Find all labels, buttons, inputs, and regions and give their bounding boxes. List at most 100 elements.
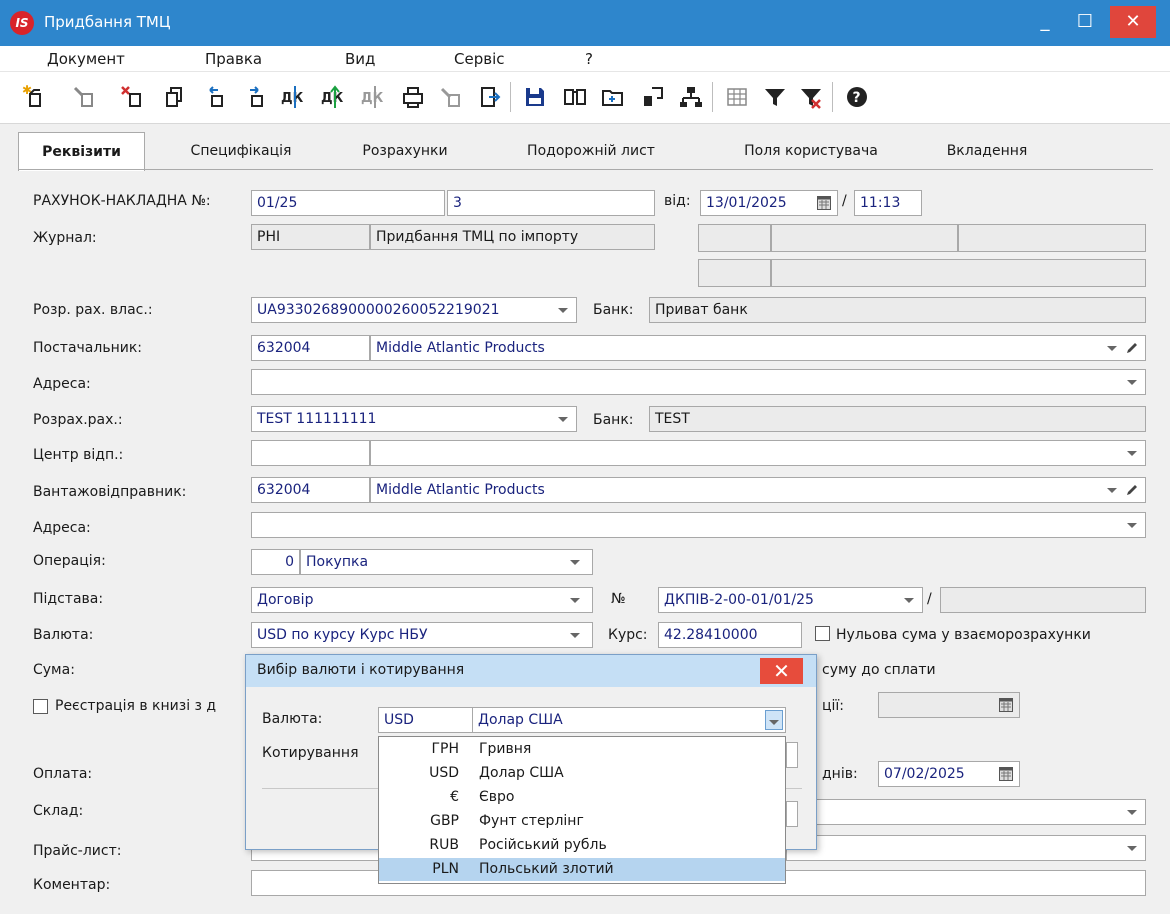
chevron-down-icon[interactable] (1107, 483, 1117, 497)
list-item-rub[interactable]: RUB Російський рубль (379, 834, 785, 857)
shipper-name-select[interactable]: Middle Atlantic Products (370, 477, 1146, 503)
warehouse-select[interactable] (790, 799, 1146, 825)
debit-credit-icon[interactable]: ДК (280, 82, 310, 112)
registration-checkbox[interactable] (33, 699, 48, 714)
center-name-select[interactable] (370, 440, 1146, 466)
grid-icon[interactable] (722, 82, 752, 112)
invoice-number-field[interactable]: 01/25 (251, 190, 445, 216)
address2-label: Адреса: (33, 520, 91, 536)
journal-extra-5 (771, 259, 1146, 287)
list-item-uah[interactable]: ГРН Гривня (379, 738, 785, 761)
basis-no-select[interactable]: ДКПІВ-2-00-01/01/25 (658, 587, 923, 613)
chevron-down-icon[interactable] (1127, 518, 1137, 532)
chevron-down-icon[interactable] (570, 593, 580, 607)
menu-help[interactable]: ? (585, 50, 593, 68)
list-item-usd[interactable]: USD Долар США (379, 762, 785, 785)
own-account-select[interactable]: UA933026890000026005221​9021 (251, 297, 577, 323)
rate-field[interactable]: 42.28410000 (658, 622, 802, 648)
open-folder-icon[interactable] (598, 82, 628, 112)
minimize-button[interactable]: _ (1025, 6, 1065, 38)
debit-credit-gray-icon[interactable]: ДК (360, 82, 390, 112)
delete-icon[interactable] (118, 82, 148, 112)
center-code-field[interactable] (251, 440, 370, 466)
book-icon[interactable] (560, 82, 590, 112)
tab-waybill[interactable]: Подорожній лист (496, 132, 686, 170)
zero-sum-checkbox[interactable] (815, 626, 830, 641)
address2-select[interactable] (251, 512, 1146, 538)
edit-icon[interactable] (70, 82, 100, 112)
tree-icon[interactable] (676, 82, 706, 112)
chevron-down-icon[interactable] (904, 593, 914, 607)
calendar-icon[interactable] (999, 698, 1013, 712)
dialog-extra-field[interactable] (786, 801, 798, 827)
tab-user-fields[interactable]: Поля користувача (706, 132, 916, 170)
chevron-down-icon[interactable] (570, 555, 580, 569)
print-icon[interactable] (398, 82, 428, 112)
basis-select[interactable]: Договір (251, 587, 593, 613)
link-icon[interactable] (638, 82, 668, 112)
svg-text:ДК: ДК (281, 91, 304, 106)
dialog-title: Вибір валюти і котирування (257, 662, 465, 678)
pay-date-field[interactable]: 07/02/2025 (878, 761, 1020, 787)
address-select[interactable] (251, 369, 1146, 395)
settle-account-select[interactable]: TEST 111111111 (251, 406, 577, 432)
supplier-code-field[interactable]: 632004 (251, 335, 370, 361)
menu-edit[interactable]: Правка (205, 50, 262, 68)
disabled-icon[interactable] (436, 82, 466, 112)
copy-icon[interactable] (160, 82, 190, 112)
dialog-currency-code-field[interactable]: USD (378, 707, 474, 733)
tab-calculations[interactable]: Розрахунки (340, 132, 470, 170)
invoice-label: РАХУНОК-НАКЛАДНА №: (33, 193, 211, 209)
shipper-code-field[interactable]: 632004 (251, 477, 370, 503)
chevron-down-icon[interactable] (769, 715, 779, 729)
chevron-down-icon[interactable] (1127, 446, 1137, 460)
operation-code-field[interactable]: 0 (251, 549, 300, 575)
export-icon[interactable] (475, 82, 505, 112)
journal-extra-4 (698, 259, 771, 287)
chevron-down-icon[interactable] (1127, 375, 1137, 389)
dialog-dropdown-button[interactable] (765, 710, 783, 730)
menu-service[interactable]: Сервіс (454, 50, 504, 68)
date-field[interactable]: 13/01/2025 (700, 190, 838, 216)
close-button[interactable]: ✕ (1110, 6, 1156, 38)
list-item-eur[interactable]: € Євро (379, 786, 785, 809)
chevron-down-icon[interactable] (1107, 341, 1117, 355)
chevron-down-icon[interactable] (570, 628, 580, 642)
supplier-name-select[interactable]: Middle Atlantic Products (370, 335, 1146, 361)
currency-select[interactable]: USD по курсу Курс НБУ (251, 622, 593, 648)
dialog-currency-select[interactable]: Долар США (472, 707, 786, 733)
menu-document[interactable]: Документ (47, 50, 125, 68)
tab-requisites[interactable]: Реквізити (18, 132, 145, 171)
debit-credit-green-icon[interactable]: ДК (320, 82, 350, 112)
window-title: Придбання ТМЦ (44, 13, 171, 31)
chevron-down-icon[interactable] (1127, 841, 1137, 855)
help-icon[interactable]: ? (842, 82, 872, 112)
chevron-down-icon[interactable] (558, 412, 568, 426)
pencil-icon[interactable] (1125, 341, 1139, 355)
invoice-suffix-field[interactable]: 3 (447, 190, 655, 216)
chevron-down-icon[interactable] (1127, 805, 1137, 819)
tab-strip: Реквізити Специфікація Розрахунки Подоро… (18, 132, 1153, 171)
list-item-pln[interactable]: PLN Польський злотий (379, 858, 785, 881)
tab-specification[interactable]: Специфікація (166, 132, 316, 170)
chevron-down-icon[interactable] (558, 303, 568, 317)
list-item-gbp[interactable]: GBP Фунт стерлінг (379, 810, 785, 833)
undo-icon[interactable] (200, 82, 230, 112)
redo-icon[interactable] (240, 82, 270, 112)
tab-attachments[interactable]: Вкладення (922, 132, 1052, 170)
menu-view[interactable]: Вид (345, 50, 375, 68)
dialog-close-button[interactable]: ✕ (760, 658, 803, 684)
new-icon[interactable]: ✱ (20, 82, 50, 112)
journal-extra-3 (958, 224, 1146, 252)
calendar-icon[interactable] (999, 767, 1013, 781)
operation-select[interactable]: Покупка (300, 549, 593, 575)
clear-filter-icon[interactable] (796, 82, 826, 112)
pencil-icon[interactable] (1125, 483, 1139, 497)
save-icon[interactable] (520, 82, 550, 112)
pricelist-select[interactable] (786, 835, 1146, 861)
dialog-quote-field[interactable] (786, 742, 798, 768)
time-field[interactable]: 11:13 (854, 190, 922, 216)
calendar-icon[interactable] (817, 196, 831, 210)
maximize-button[interactable]: ☐ (1065, 6, 1105, 38)
filter-icon[interactable] (760, 82, 790, 112)
